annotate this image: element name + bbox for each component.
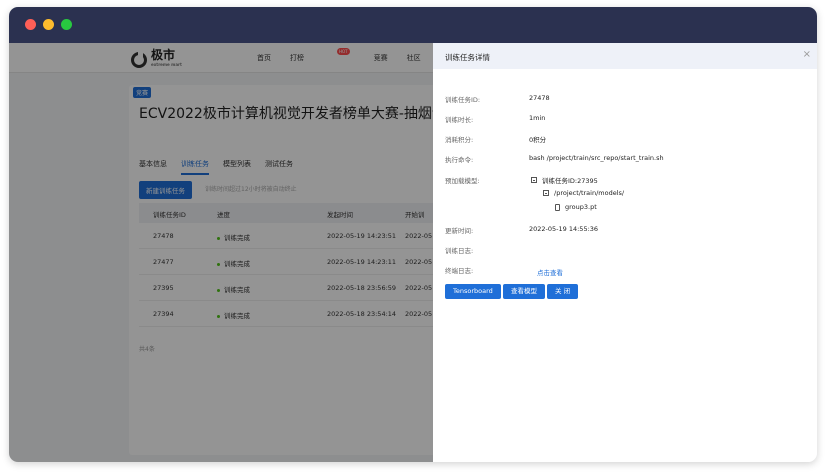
field-value-command: bash /project/train/src_repo/start_train… bbox=[529, 154, 664, 162]
tree-node-label: /project/train/models/ bbox=[554, 189, 625, 197]
window-titlebar bbox=[9, 7, 817, 43]
field-value-task-id: 27478 bbox=[529, 94, 550, 102]
field-label-preload-model: 预加载模型: bbox=[445, 177, 480, 185]
field-value-points: 0积分 bbox=[529, 136, 547, 144]
field-label-updated: 更新时间: bbox=[445, 227, 474, 235]
field-value-updated: 2022-05-19 14:55:36 bbox=[529, 225, 599, 233]
tree-node-label: group3.pt bbox=[565, 203, 597, 211]
field-label-command: 执行命令: bbox=[445, 156, 474, 164]
tree-node-file[interactable]: group3.pt bbox=[555, 203, 597, 211]
tree-node-label: 训练任务ID:27395 bbox=[542, 177, 598, 185]
drawer-header: 训练任务详情 × bbox=[433, 43, 817, 69]
tree-node-folder[interactable]: /project/train/models/ bbox=[543, 189, 624, 197]
view-model-button[interactable]: 查看模型 bbox=[503, 284, 545, 299]
maximize-window-button[interactable] bbox=[61, 19, 72, 30]
close-button[interactable]: 关 闭 bbox=[547, 284, 579, 299]
field-label-points: 消耗积分: bbox=[445, 136, 474, 144]
field-label-duration: 训练时长: bbox=[445, 116, 474, 124]
close-icon[interactable]: × bbox=[803, 49, 811, 60]
modal-overlay[interactable] bbox=[9, 43, 433, 462]
app-window: 极市extreme mart 首页 打榜HOT 竞赛 社区 课程 数 竞赛 EC… bbox=[9, 7, 817, 462]
field-label-train-log: 训练日志: bbox=[445, 247, 474, 255]
minimize-window-button[interactable] bbox=[43, 19, 54, 30]
task-detail-drawer: 训练任务详情 × 训练任务ID: 27478 训练时长: 1min 消耗积分: … bbox=[433, 43, 817, 462]
field-value-duration: 1min bbox=[529, 114, 546, 122]
view-log-link[interactable]: 点击查看 bbox=[537, 267, 563, 277]
collapse-icon[interactable] bbox=[543, 190, 549, 196]
close-window-button[interactable] bbox=[25, 19, 36, 30]
page: 极市extreme mart 首页 打榜HOT 竞赛 社区 课程 数 竞赛 EC… bbox=[9, 43, 817, 462]
tensorboard-button[interactable]: Tensorboard bbox=[445, 284, 501, 299]
field-label-terminal-log: 终端日志: bbox=[445, 267, 474, 275]
collapse-icon[interactable] bbox=[531, 177, 537, 183]
field-label-task-id: 训练任务ID: bbox=[445, 96, 481, 104]
file-icon bbox=[555, 203, 560, 211]
drawer-title: 训练任务详情 bbox=[445, 53, 490, 62]
tree-node-task[interactable]: 训练任务ID:27395 bbox=[531, 175, 598, 185]
